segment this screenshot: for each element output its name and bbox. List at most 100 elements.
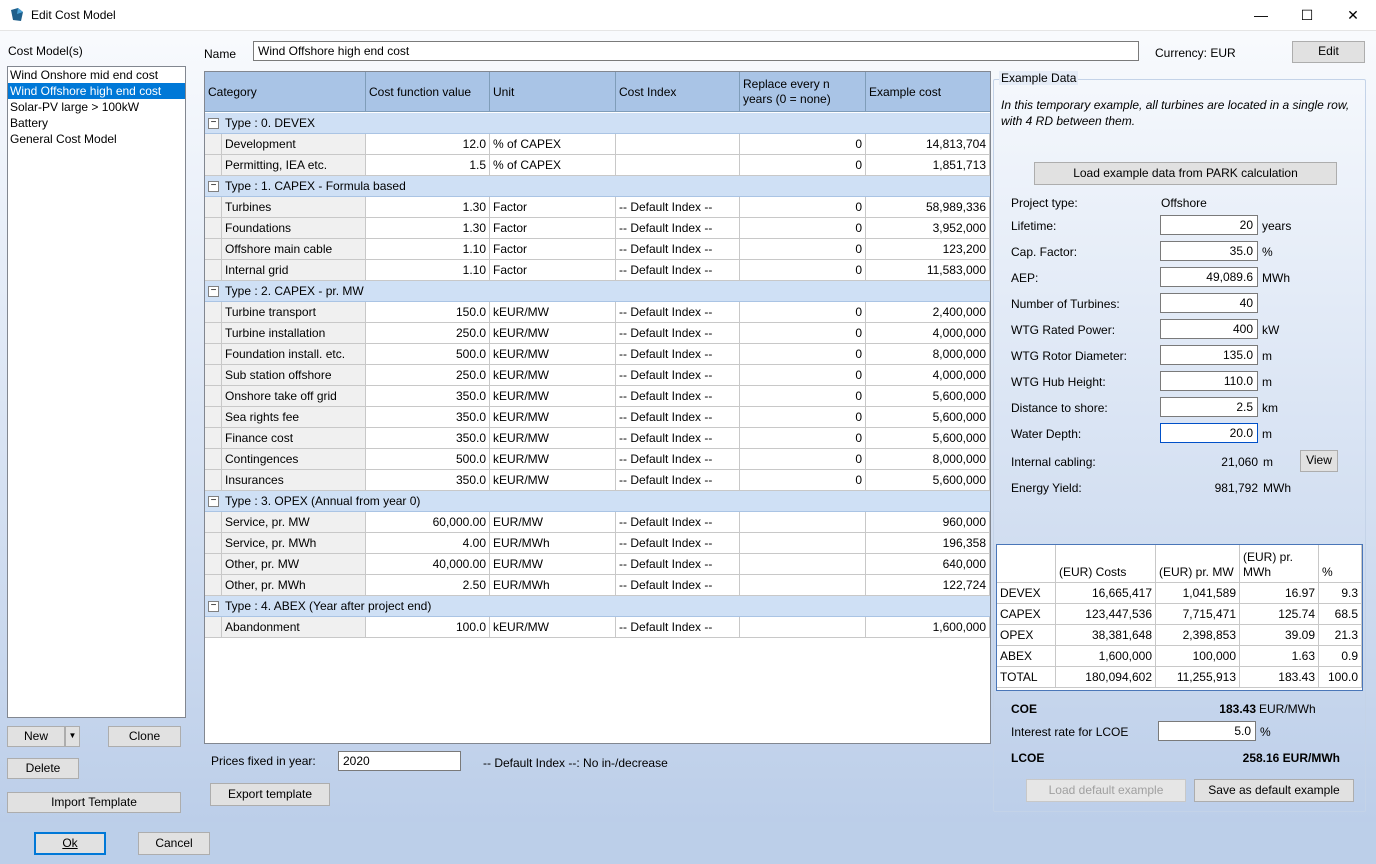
table-cell[interactable]: Contingences xyxy=(222,449,366,470)
new-dropdown-button[interactable]: ▼ xyxy=(65,726,80,747)
close-button[interactable]: ✕ xyxy=(1330,0,1376,31)
field-input[interactable]: 20.0 xyxy=(1160,423,1258,443)
table-cell[interactable]: 0 xyxy=(740,323,866,344)
table-cell[interactable]: 1.30 xyxy=(366,218,490,239)
minimize-button[interactable]: — xyxy=(1238,0,1284,31)
table-cell[interactable]: 1,600,000 xyxy=(866,617,990,638)
table-cell[interactable]: 5,600,000 xyxy=(866,470,990,491)
table-cell[interactable]: -- Default Index -- xyxy=(616,449,740,470)
cost-model-list[interactable]: Wind Onshore mid end cost Wind Offshore … xyxy=(7,66,186,718)
table-cell[interactable]: Turbines xyxy=(222,197,366,218)
field-input[interactable]: 20 xyxy=(1160,215,1258,235)
group-row[interactable]: − Type : 4. ABEX (Year after project end) xyxy=(205,596,990,617)
group-row[interactable]: − Type : 3. OPEX (Annual from year 0) xyxy=(205,491,990,512)
load-default-example-button[interactable]: Load default example xyxy=(1026,779,1186,802)
table-cell[interactable]: 960,000 xyxy=(866,512,990,533)
table-cell[interactable]: 0 xyxy=(740,449,866,470)
prices-fixed-year-field[interactable]: 2020 xyxy=(338,751,461,771)
group-row[interactable]: − Type : 2. CAPEX - pr. MW xyxy=(205,281,990,302)
field-input[interactable]: 2.5 xyxy=(1160,397,1258,417)
collapse-toggle-icon[interactable]: − xyxy=(208,286,219,297)
group-row[interactable]: − Type : 1. CAPEX - Formula based xyxy=(205,176,990,197)
table-cell[interactable]: 3,952,000 xyxy=(866,218,990,239)
field-input[interactable]: 400 xyxy=(1160,319,1258,339)
table-cell[interactable]: 4.00 xyxy=(366,533,490,554)
table-cell[interactable]: 2.50 xyxy=(366,575,490,596)
table-cell[interactable]: 0 xyxy=(740,386,866,407)
table-cell[interactable]: 350.0 xyxy=(366,386,490,407)
table-cell[interactable]: kEUR/MW xyxy=(490,323,616,344)
table-cell[interactable]: 640,000 xyxy=(866,554,990,575)
table-cell[interactable]: kEUR/MW xyxy=(490,617,616,638)
table-cell[interactable]: 1,851,713 xyxy=(866,155,990,176)
field-input[interactable]: 135.0 xyxy=(1160,345,1258,365)
table-cell[interactable]: EUR/MW xyxy=(490,512,616,533)
table-cell[interactable]: Service, pr. MW xyxy=(222,512,366,533)
table-cell[interactable] xyxy=(740,575,866,596)
table-cell[interactable]: 196,358 xyxy=(866,533,990,554)
table-cell[interactable]: kEUR/MW xyxy=(490,302,616,323)
field-input[interactable]: 35.0 xyxy=(1160,241,1258,261)
save-default-example-button[interactable]: Save as default example xyxy=(1194,779,1354,802)
table-cell[interactable]: 11,583,000 xyxy=(866,260,990,281)
table-cell[interactable]: 5,600,000 xyxy=(866,386,990,407)
table-cell[interactable]: 500.0 xyxy=(366,344,490,365)
table-cell[interactable]: Foundations xyxy=(222,218,366,239)
table-cell[interactable]: 0 xyxy=(740,260,866,281)
column-header-unit[interactable]: Unit xyxy=(490,72,616,112)
load-park-button[interactable]: Load example data from PARK calculation xyxy=(1034,162,1337,185)
table-cell[interactable]: kEUR/MW xyxy=(490,386,616,407)
column-header-cost-index[interactable]: Cost Index xyxy=(616,72,740,112)
table-row[interactable]: Service, pr. MW 60,000.00 EUR/MW -- Default… xyxy=(205,512,990,533)
table-cell[interactable]: -- Default Index -- xyxy=(616,302,740,323)
table-cell[interactable]: 0 xyxy=(740,428,866,449)
table-cell[interactable]: -- Default Index -- xyxy=(616,386,740,407)
table-cell[interactable]: 0 xyxy=(740,218,866,239)
table-row[interactable]: Contingences 500.0 kEUR/MW -- Default Index… xyxy=(205,449,990,470)
table-cell[interactable]: -- Default Index -- xyxy=(616,554,740,575)
table-cell[interactable]: Offshore main cable xyxy=(222,239,366,260)
table-cell[interactable]: Insurances xyxy=(222,470,366,491)
table-cell[interactable]: 500.0 xyxy=(366,449,490,470)
table-cell[interactable]: 0 xyxy=(740,470,866,491)
table-row[interactable]: Turbine transport 150.0 kEUR/MW -- Default … xyxy=(205,302,990,323)
table-cell[interactable]: 0 xyxy=(740,155,866,176)
table-cell[interactable]: 12.0 xyxy=(366,134,490,155)
collapse-toggle-icon[interactable]: − xyxy=(208,601,219,612)
collapse-toggle-icon[interactable]: − xyxy=(208,181,219,192)
table-cell[interactable]: 100.0 xyxy=(366,617,490,638)
table-row[interactable]: Foundations 1.30 Factor -- Default Index --… xyxy=(205,218,990,239)
table-cell[interactable]: 122,724 xyxy=(866,575,990,596)
table-cell[interactable]: 8,000,000 xyxy=(866,344,990,365)
table-row[interactable]: Other, pr. MWh 2.50 EUR/MWh -- Default Inde… xyxy=(205,575,990,596)
table-cell[interactable]: 4,000,000 xyxy=(866,365,990,386)
export-template-button[interactable]: Export template xyxy=(210,783,330,806)
table-cell[interactable]: -- Default Index -- xyxy=(616,533,740,554)
table-row[interactable]: Sub station offshore 250.0 kEUR/MW -- Defau… xyxy=(205,365,990,386)
table-cell[interactable]: 150.0 xyxy=(366,302,490,323)
group-row[interactable]: − Type : 0. DEVEX xyxy=(205,113,990,134)
table-cell[interactable]: Sea rights fee xyxy=(222,407,366,428)
list-item[interactable]: Battery xyxy=(8,115,185,131)
column-header-replace-years[interactable]: Replace every n years (0 = none) xyxy=(740,72,866,112)
ok-button[interactable]: Ok xyxy=(34,832,106,855)
table-row[interactable]: Insurances 350.0 kEUR/MW -- Default Index -… xyxy=(205,470,990,491)
table-cell[interactable]: EUR/MWh xyxy=(490,533,616,554)
table-cell[interactable]: 0 xyxy=(740,134,866,155)
maximize-button[interactable]: ☐ xyxy=(1284,0,1330,31)
interest-rate-field[interactable]: 5.0 xyxy=(1158,721,1256,741)
table-cell[interactable]: Factor xyxy=(490,197,616,218)
column-header-example-cost[interactable]: Example cost xyxy=(866,72,990,112)
table-row[interactable]: Permitting, IEA etc. 1.5% of CAPEX 0 1,851,… xyxy=(205,155,990,176)
table-cell[interactable]: kEUR/MW xyxy=(490,449,616,470)
table-cell[interactable]: kEUR/MW xyxy=(490,407,616,428)
table-cell[interactable]: 1.5 xyxy=(366,155,490,176)
table-cell[interactable]: 1.10 xyxy=(366,260,490,281)
table-cell[interactable] xyxy=(740,617,866,638)
table-cell[interactable]: EUR/MWh xyxy=(490,575,616,596)
list-item[interactable]: General Cost Model xyxy=(8,131,185,147)
table-cell[interactable]: 350.0 xyxy=(366,407,490,428)
table-cell[interactable]: -- Default Index -- xyxy=(616,428,740,449)
field-input[interactable]: 110.0 xyxy=(1160,371,1258,391)
table-cell[interactable]: -- Default Index -- xyxy=(616,365,740,386)
